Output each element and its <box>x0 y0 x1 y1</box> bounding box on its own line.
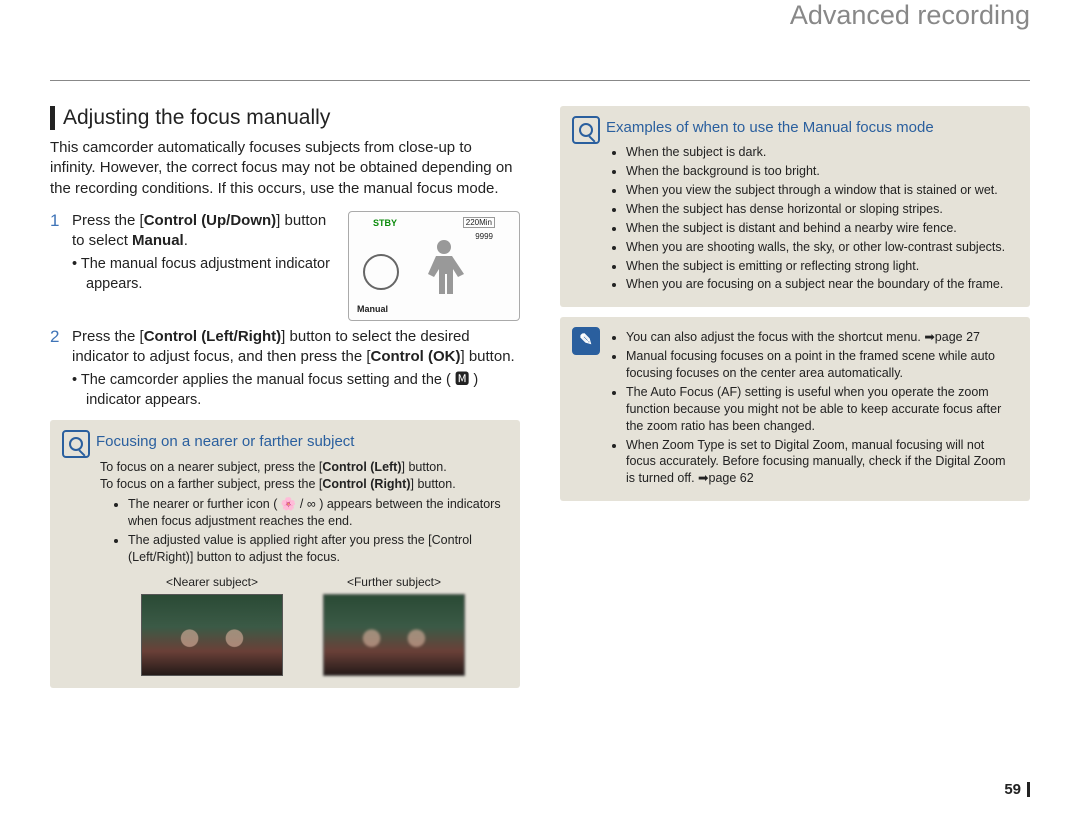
info-box-focusing: Focusing on a nearer or farther subject … <box>50 420 520 688</box>
magnify-icon <box>62 430 90 458</box>
list-item: When you view the subject through a wind… <box>626 182 1016 199</box>
thumb-further: <Further subject> <box>323 574 465 676</box>
thumb-image-further <box>323 594 465 676</box>
magnify-icon <box>572 116 600 144</box>
step-text: Press the [ <box>72 212 144 229</box>
list-item: The Auto Focus (AF) setting is useful wh… <box>626 384 1016 435</box>
step-bold: Control (Left/Right) <box>144 328 281 345</box>
lcd-stby-label: STBY <box>373 218 397 228</box>
thumb-label: <Further subject> <box>323 574 465 590</box>
page-header-title: Advanced recording <box>780 0 1030 31</box>
info-box-title: Focusing on a nearer or farther subject <box>96 432 506 452</box>
step-sub: The manual focus adjustment indicator ap… <box>72 255 338 294</box>
info-box-title: Examples of when to use the Manual focus… <box>606 118 1016 138</box>
step-1: 1 Press the [Control (Up/Down)] button t… <box>50 211 338 295</box>
list-item: When you are focusing on a subject near … <box>626 276 1016 293</box>
thumb-label: <Nearer subject> <box>141 574 283 590</box>
camcorder-lcd-preview: STBY 220Min 9999 Manual <box>348 211 520 321</box>
list-item: You can also adjust the focus with the s… <box>626 329 1016 346</box>
step-sub: The camcorder applies the manual focus s… <box>72 371 520 410</box>
lcd-mode-label: Manual <box>357 304 388 314</box>
lcd-subject-silhouette <box>409 232 479 302</box>
list-item: When the subject is dark. <box>626 144 1016 161</box>
lcd-control-dial-icon <box>363 254 399 290</box>
info-box-notes: You can also adjust the focus with the s… <box>560 317 1030 501</box>
info-box-examples: Examples of when to use the Manual focus… <box>560 106 1030 307</box>
list-item: The nearer or further icon ( 🌸 / ∞ ) app… <box>128 496 506 530</box>
list-item: Manual focusing focuses on a point in th… <box>626 348 1016 382</box>
step-2: 2 Press the [Control (Left/Right)] butto… <box>50 327 520 411</box>
list-item: When the subject has dense horizontal or… <box>626 201 1016 218</box>
list-item: When the subject is emitting or reflecti… <box>626 258 1016 275</box>
list-item: When Zoom Type is set to Digital Zoom, m… <box>626 437 1016 488</box>
thumb-image-nearer <box>141 594 283 676</box>
step-number: 2 <box>50 327 64 411</box>
section-intro: This camcorder automatically focuses sub… <box>50 138 520 199</box>
step-number: 1 <box>50 211 64 295</box>
step-bold: Control (Up/Down) <box>144 212 276 229</box>
step-text: Press the [ <box>72 328 144 345</box>
list-item: When the background is too bright. <box>626 163 1016 180</box>
note-icon <box>572 327 600 355</box>
page-number: 59 <box>1004 782 1030 797</box>
thumb-nearer: <Nearer subject> <box>141 574 283 676</box>
header-rule <box>50 80 1030 81</box>
list-item: The adjusted value is applied right afte… <box>128 532 506 566</box>
list-item: When the subject is distant and behind a… <box>626 220 1016 237</box>
section-title: Adjusting the focus manually <box>50 106 520 130</box>
lcd-time-remaining: 220Min <box>463 217 495 228</box>
list-item: When you are shooting walls, the sky, or… <box>626 239 1016 256</box>
